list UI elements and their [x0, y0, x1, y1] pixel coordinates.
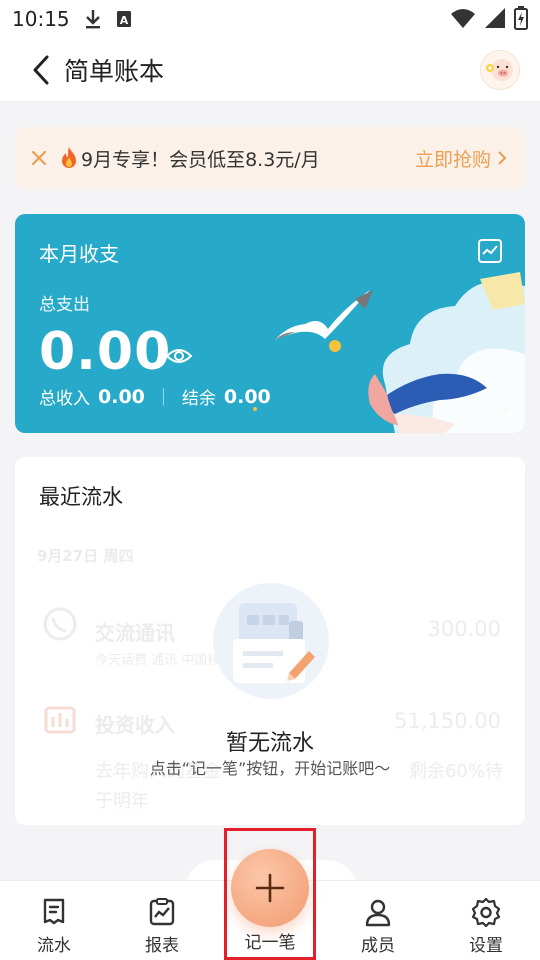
- tab-report[interactable]: 报表: [108, 881, 216, 960]
- toggle-visibility-button[interactable]: [165, 346, 193, 366]
- total-income-label: 总收入: [39, 389, 90, 409]
- gear-icon: [471, 897, 501, 927]
- tab-settings-label: 设置: [469, 936, 503, 956]
- page-title: 简单账本: [64, 56, 165, 86]
- battery-icon: [514, 6, 528, 30]
- status-bar: 10:15 A: [0, 0, 540, 38]
- svg-text:A: A: [119, 14, 128, 27]
- promo-close-button[interactable]: [29, 148, 49, 168]
- empty-state-illustration: [213, 583, 329, 699]
- back-icon: [33, 55, 49, 84]
- sim-icon: A: [116, 11, 131, 27]
- total-expense-label: 总支出: [39, 295, 90, 315]
- promo-buy-label: 立即抢购: [414, 148, 491, 171]
- add-record-label[interactable]: 记一笔: [222, 928, 318, 953]
- receipt-icon: [43, 898, 65, 925]
- recent-title: 最近流水: [39, 485, 123, 509]
- person-icon: [365, 899, 391, 927]
- promo-text: 9月专享！会员低至8.3元/月: [81, 148, 320, 171]
- placeholder-row1-name: 交流通讯: [95, 621, 175, 645]
- tab-flow[interactable]: 流水: [0, 881, 108, 960]
- placeholder-row2-sub3: 于明年: [95, 791, 149, 812]
- tab-members[interactable]: 成员: [324, 881, 432, 960]
- balance-label: 结余: [181, 389, 216, 409]
- add-record-button[interactable]: [231, 849, 309, 927]
- wifi-icon: [451, 9, 475, 28]
- back-button[interactable]: [20, 49, 62, 91]
- status-notifications: A: [84, 8, 132, 30]
- tab-flow-label: 流水: [37, 936, 71, 956]
- empty-state-title: 暂无流水: [225, 731, 314, 756]
- tab-members-label: 成员: [361, 936, 395, 956]
- summary-chart-button[interactable]: [477, 238, 503, 264]
- avatar[interactable]: [480, 50, 520, 90]
- chart-icon: [478, 239, 502, 263]
- placeholder-date: 9月27日 周四: [37, 547, 134, 565]
- status-time: 10:15: [12, 7, 70, 31]
- close-icon: [31, 150, 47, 166]
- report-icon: [149, 898, 175, 926]
- summary-divider: [162, 387, 164, 406]
- summary-title: 本月收支: [39, 242, 119, 266]
- placeholder-row1-amount: 300.00: [427, 617, 501, 641]
- balance-amount: 0.00: [223, 385, 271, 408]
- chevron-right-icon: [498, 151, 507, 165]
- download-icon: [85, 10, 100, 29]
- signal-icon: [485, 8, 505, 28]
- recent-transactions-card: 最近流水 9月27日 周四 交流通讯 300.00 今天话费 通讯 中国移动 投…: [15, 457, 525, 825]
- total-income-amount: 0.00: [98, 385, 145, 408]
- status-system-icons: [450, 6, 528, 30]
- tab-report-label: 报表: [145, 936, 179, 956]
- monthly-summary-card[interactable]: 本月收支 总支出 0.00 总收入 0.00 结余 0.00: [15, 214, 525, 433]
- promo-buy-button[interactable]: 立即抢购: [415, 145, 507, 172]
- promo-banner: 9月专享！会员低至8.3元/月 立即抢购: [15, 127, 525, 189]
- tab-settings[interactable]: 设置: [432, 881, 540, 960]
- avatar-pig-icon: [486, 59, 513, 81]
- phone-icon: [43, 607, 77, 641]
- app-header: 简单账本: [0, 38, 540, 102]
- fire-icon: [62, 147, 76, 168]
- eye-icon: [165, 349, 193, 363]
- total-expense-amount: 0.00: [39, 322, 172, 382]
- plus-icon: [255, 873, 285, 903]
- summary-footer: 总收入 0.00 结余 0.00: [39, 384, 271, 410]
- empty-state-subtitle: 点击“记一笔”按钮，开始记账吧～: [149, 759, 391, 778]
